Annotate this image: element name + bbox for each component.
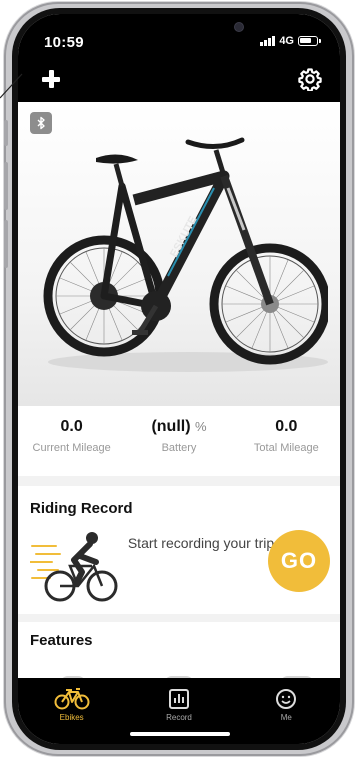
cyclist-icon	[30, 532, 118, 602]
battery-label: Battery	[161, 442, 197, 454]
notch	[114, 14, 244, 38]
smiley-icon	[276, 689, 297, 709]
status-indicators: 4G	[260, 35, 321, 47]
mute-switch	[4, 120, 8, 146]
signal-icon	[260, 36, 276, 46]
camera-icon	[234, 22, 244, 32]
battery-value: (null)	[151, 418, 191, 435]
app-screen: 10:59 4G ESKUTE 0.0 Current Mileage (nul…	[18, 14, 340, 744]
total-mileage-stat: 0.0 Total Mileage	[233, 406, 340, 476]
features-title: Features	[30, 632, 93, 649]
top-bar: 10:59 4G	[18, 14, 340, 102]
chart-icon	[168, 689, 189, 709]
current-mileage-value: 0.0	[60, 418, 83, 435]
bike-icon	[54, 688, 90, 710]
home-indicator	[130, 732, 230, 736]
record-prompt: Start recording your trip	[127, 535, 275, 551]
ebike-image: ESKUTE	[43, 137, 328, 372]
network-type: 4G	[279, 35, 294, 47]
phone-bezel: 10:59 4G ESKUTE 0.0 Current Mileage (nul…	[12, 8, 346, 750]
total-mileage-label: Total Mileage	[253, 442, 319, 454]
annotation-pointer	[0, 73, 23, 99]
tab-ebikes-label: Ebikes	[59, 713, 84, 722]
stats-row: 0.0 Current Mileage (null) % Battery 0.0…	[18, 406, 340, 476]
tab-record-label: Record	[166, 713, 192, 722]
battery-icon	[298, 36, 321, 46]
volume-down-button	[4, 220, 8, 268]
go-button[interactable]: GO	[268, 530, 330, 592]
bike-hero: ESKUTE	[18, 102, 340, 406]
status-time: 10:59	[44, 34, 84, 51]
total-mileage-value: 0.0	[275, 418, 298, 435]
gear-icon[interactable]	[298, 67, 322, 91]
riding-record-title: Riding Record	[30, 500, 133, 517]
phone-frame: 10:59 4G ESKUTE 0.0 Current Mileage (nul…	[4, 2, 354, 756]
volume-up-button	[4, 162, 8, 210]
battery-unit: %	[194, 419, 207, 434]
tab-me-label: Me	[280, 713, 292, 722]
riding-record-card: Riding Record Start recording your trip …	[18, 486, 340, 614]
tab-ebikes[interactable]: Ebikes	[18, 678, 125, 744]
plus-icon[interactable]	[40, 68, 62, 90]
battery-stat: (null) % Battery	[125, 406, 232, 476]
current-mileage-label: Current Mileage	[32, 442, 111, 454]
tab-me[interactable]: Me	[233, 678, 340, 744]
current-mileage-stat: 0.0 Current Mileage	[18, 406, 125, 476]
